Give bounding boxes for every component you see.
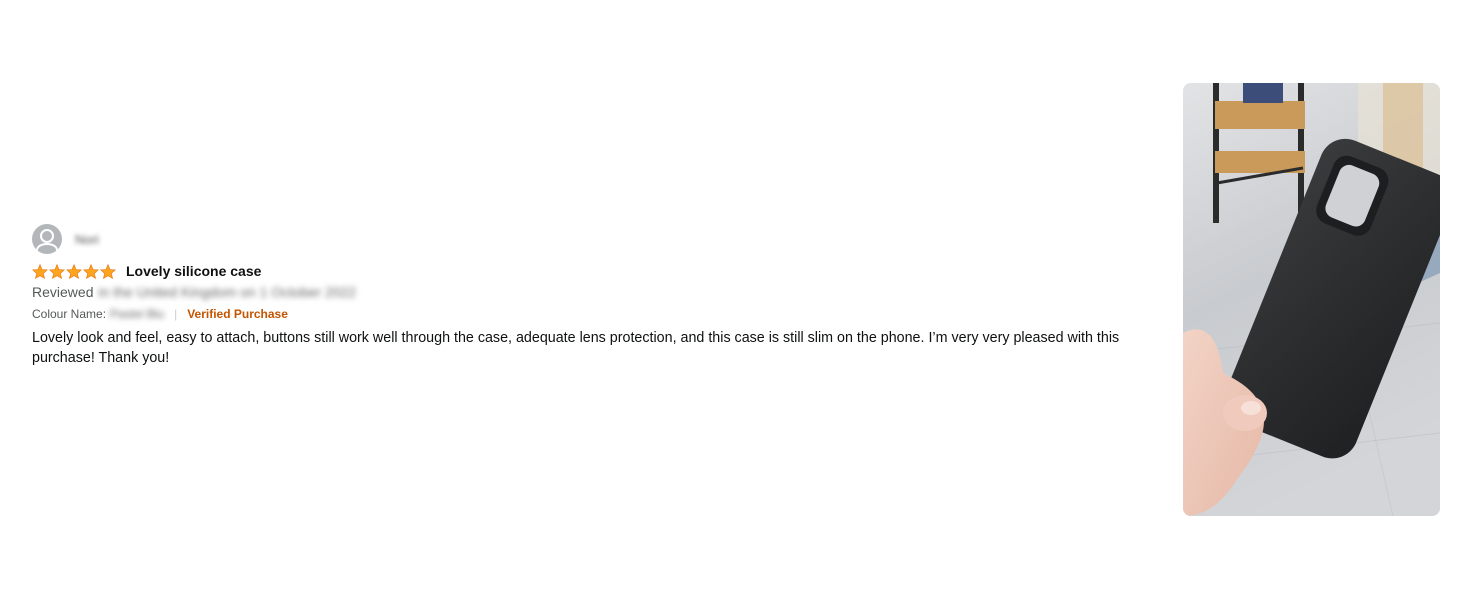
customer-review: Nori Lovely silicone case Reviewed in th… — [32, 224, 1177, 368]
verified-purchase-badge: Verified Purchase — [187, 307, 288, 321]
reviewer-profile[interactable]: Nori — [32, 224, 1177, 254]
review-variant: Colour Name: Pastel Blu | Verified Purch… — [32, 306, 1177, 322]
review-photo[interactable] — [1183, 83, 1440, 516]
star-icon — [83, 263, 99, 279]
star-icon — [32, 263, 48, 279]
star-icon — [49, 263, 65, 279]
review-date-detail: in the United Kingdom on 1 October 2022 — [98, 284, 357, 300]
variant-label: Colour Name: — [32, 307, 107, 321]
user-avatar-icon — [32, 224, 62, 254]
divider: | — [174, 307, 178, 321]
review-date-prefix: Reviewed — [32, 284, 94, 300]
review-date: Reviewed in the United Kingdom on 1 Octo… — [32, 284, 1177, 302]
variant-value: Pastel Blu — [110, 307, 165, 321]
star-icon — [100, 263, 116, 279]
review-title-row: Lovely silicone case — [32, 262, 1177, 280]
reviewer-name[interactable]: Nori — [75, 232, 99, 247]
star-rating[interactable] — [32, 263, 116, 279]
review-title[interactable]: Lovely silicone case — [126, 263, 261, 279]
review-body: Lovely look and feel, easy to attach, bu… — [32, 330, 1120, 366]
review-photo-image — [1183, 83, 1440, 516]
star-icon — [66, 263, 82, 279]
